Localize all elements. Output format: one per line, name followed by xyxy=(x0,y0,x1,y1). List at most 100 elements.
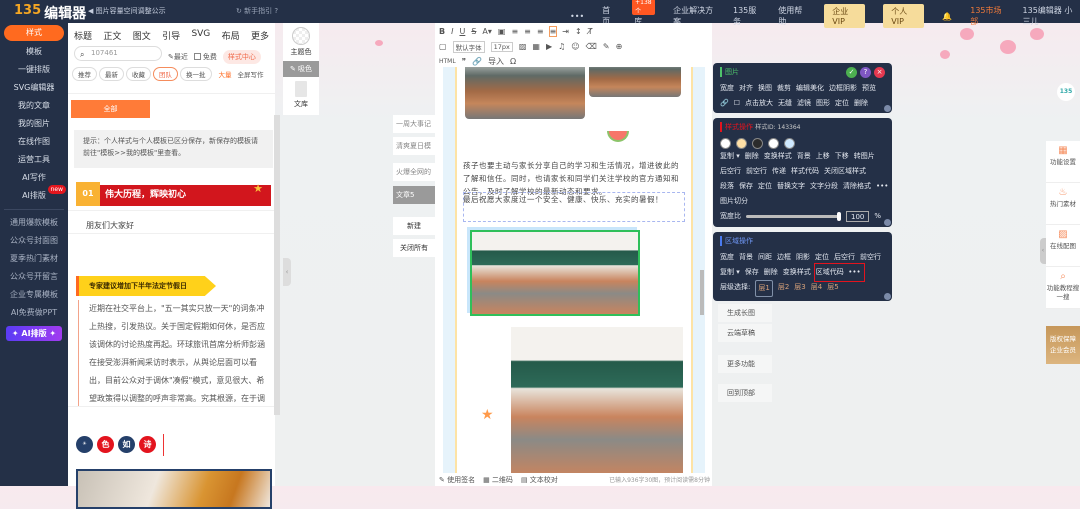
sidebar-item-my-images[interactable]: 我的图片 xyxy=(0,115,68,133)
article-tab[interactable]: 一周大事记 xyxy=(393,115,435,133)
move-down-action[interactable]: 下移 xyxy=(835,149,849,164)
style-sample-heading[interactable]: 专家建议增加下半年法定节假日 xyxy=(76,276,216,296)
copy-action[interactable]: 复制 ▾ xyxy=(720,265,740,280)
zoom-icon[interactable]: ⊕ xyxy=(616,42,623,51)
change-style-action[interactable]: 变换样式 xyxy=(764,149,792,164)
135-logo[interactable]: 135 xyxy=(1057,83,1075,101)
sidebar-item-hot-templates[interactable]: 通用爆款模板 xyxy=(0,214,68,232)
paragraph-action[interactable]: 段落 xyxy=(720,179,734,194)
more-action[interactable]: ••• xyxy=(876,179,888,194)
article-tab[interactable]: 清爽夏日模 xyxy=(393,137,435,155)
level-1[interactable]: 层1 xyxy=(755,280,773,297)
clear-format-button[interactable]: T̸ xyxy=(588,27,593,36)
close-all-button[interactable]: 关闭所有 xyxy=(393,239,435,257)
sidebar-item-cover[interactable]: 公众号封面图 xyxy=(0,232,68,250)
align-left-button[interactable]: ≡ xyxy=(511,27,518,36)
style-sample-title[interactable]: 01 伟大历程，辉映初心 ★ xyxy=(76,182,271,206)
area-code-action[interactable]: 区域代码 xyxy=(816,268,844,276)
classroom-photo[interactable] xyxy=(589,67,681,97)
position-action[interactable]: 定位 xyxy=(835,96,849,111)
position-action[interactable]: 定位 xyxy=(758,179,772,194)
sidebar-item-comments[interactable]: 公众号开留言 xyxy=(0,268,68,286)
collapse-icon[interactable] xyxy=(884,219,891,226)
indent-button[interactable]: ⇥ xyxy=(562,27,569,36)
brush-icon[interactable]: ✎ xyxy=(603,42,610,51)
help-icon[interactable]: ? xyxy=(860,67,871,78)
align-center-button[interactable]: ≡ xyxy=(524,27,531,36)
style-sample-image[interactable] xyxy=(76,469,272,509)
sidebar-item-styles[interactable]: 样式 xyxy=(4,25,64,41)
move-up-action[interactable]: 上移 xyxy=(816,149,830,164)
level-4[interactable]: 层4 xyxy=(811,280,822,297)
crop-action[interactable]: 裁剪 xyxy=(777,81,791,96)
style-center-button[interactable]: 样式中心 xyxy=(222,50,261,64)
tab-svg[interactable]: SVG xyxy=(191,29,210,42)
align-right-button[interactable]: ≡ xyxy=(537,27,544,36)
sidebar-item-svg-editor[interactable]: SVG编辑器 xyxy=(0,79,68,97)
online-images-button[interactable]: ▨ 在线配图 xyxy=(1046,225,1080,267)
delete-action[interactable]: 删除 xyxy=(764,265,778,280)
notice-link[interactable]: ◀ 图片容量空间调整公示 xyxy=(88,6,166,16)
tab-body[interactable]: 正文 xyxy=(103,29,121,42)
image-icon[interactable]: ▨ xyxy=(519,42,527,51)
style-code-action[interactable]: 样式代码 xyxy=(791,164,819,179)
split-text-action[interactable]: 文字分段 xyxy=(810,179,838,194)
tab-title[interactable]: 标题 xyxy=(74,29,92,42)
tab-guide[interactable]: 引导 xyxy=(162,29,180,42)
new-article-button[interactable]: 新建 xyxy=(393,217,435,235)
seamless-action[interactable]: 无缝 xyxy=(778,96,792,111)
bold-button[interactable]: B xyxy=(439,27,445,36)
selected-image-area[interactable] xyxy=(467,227,640,316)
width-action[interactable]: 宽度 xyxy=(720,250,734,265)
filter-favorites[interactable]: 收藏 xyxy=(126,67,151,81)
replace-image-action[interactable]: 换图 xyxy=(758,81,772,96)
tutorial-search-button[interactable]: ⌕ 功能教程搜一搜 xyxy=(1046,267,1080,309)
font-size-select[interactable]: 17px xyxy=(490,41,513,52)
library-button[interactable]: 文库 xyxy=(283,77,319,115)
save-action[interactable]: 保存 xyxy=(739,179,753,194)
classroom-photo[interactable] xyxy=(511,327,683,473)
change-style-action[interactable]: 变换样式 xyxy=(783,265,811,280)
logo[interactable]: 135 编辑器 xyxy=(14,3,86,23)
collapse-icon[interactable] xyxy=(884,293,891,300)
clear-format-action[interactable]: 清除格式 xyxy=(843,179,871,194)
more-features-button[interactable]: 更多功能 xyxy=(718,355,772,373)
editor-scrollbar[interactable] xyxy=(700,270,704,315)
article-closing[interactable]: 最后祝愿大家度过一个安全、健康、快乐、充实的暑假！ xyxy=(463,193,685,206)
music-icon[interactable]: ♫ xyxy=(558,42,565,51)
level-5[interactable]: 层5 xyxy=(827,280,838,297)
feature-settings-button[interactable]: ▦ 功能设置 xyxy=(1046,141,1080,183)
background-action[interactable]: 背景 xyxy=(797,149,811,164)
more-menu[interactable]: ••• xyxy=(570,12,584,21)
close-area-style-action[interactable]: 关闭区域样式 xyxy=(824,164,866,179)
width-ratio-input[interactable]: 100 xyxy=(846,211,870,222)
eyedropper-button[interactable]: ✎ 吸色 xyxy=(283,61,319,77)
blank-after-action[interactable]: 后空行 xyxy=(834,250,855,265)
style-search-input[interactable]: ⌕ 107461 xyxy=(74,46,162,61)
style-sample-text[interactable]: 朋友们大家好 xyxy=(86,220,134,231)
style-sample-icons[interactable]: ☀ 色 如 诗 xyxy=(76,436,156,453)
table-icon[interactable]: ▦ xyxy=(532,42,540,51)
confirm-icon[interactable]: ✓ xyxy=(846,67,857,78)
border-shadow-action[interactable]: 边框阴影 xyxy=(829,81,857,96)
signature-button[interactable]: ✎ 使用签名 xyxy=(439,475,475,485)
html-button[interactable]: HTML xyxy=(439,58,456,65)
qrcode-button[interactable]: ▦ 二维码 xyxy=(483,475,513,485)
sidebar-item-online-drawing[interactable]: 在线作图 xyxy=(0,133,68,151)
ai-layout-button[interactable]: ✦ AI排版 ✦ xyxy=(6,326,62,341)
nav-135-service[interactable]: 135服务 xyxy=(733,5,760,27)
font-color-button[interactable]: A▾ xyxy=(482,27,492,36)
beginner-guide-link[interactable]: ↻ 新手指引 ? xyxy=(236,6,278,16)
strikethrough-button[interactable]: S xyxy=(471,27,476,36)
filter-recommended[interactable]: 推荐 xyxy=(72,67,97,81)
to-image-action[interactable]: 转图片 xyxy=(854,149,875,164)
video-icon[interactable]: ▶ xyxy=(546,42,552,51)
classroom-photo-selected[interactable] xyxy=(470,230,640,316)
border-action[interactable]: 边框 xyxy=(777,250,791,265)
tab-image-text[interactable]: 图文 xyxy=(133,29,151,42)
bell-icon[interactable]: 🔔 xyxy=(942,12,952,21)
doc-icon[interactable]: ▢ xyxy=(439,42,447,51)
fullscreen-writing-link[interactable]: 全屏写作 xyxy=(238,69,264,79)
save-action[interactable]: 保存 xyxy=(745,265,759,280)
omega-icon[interactable]: Ω xyxy=(510,57,516,66)
